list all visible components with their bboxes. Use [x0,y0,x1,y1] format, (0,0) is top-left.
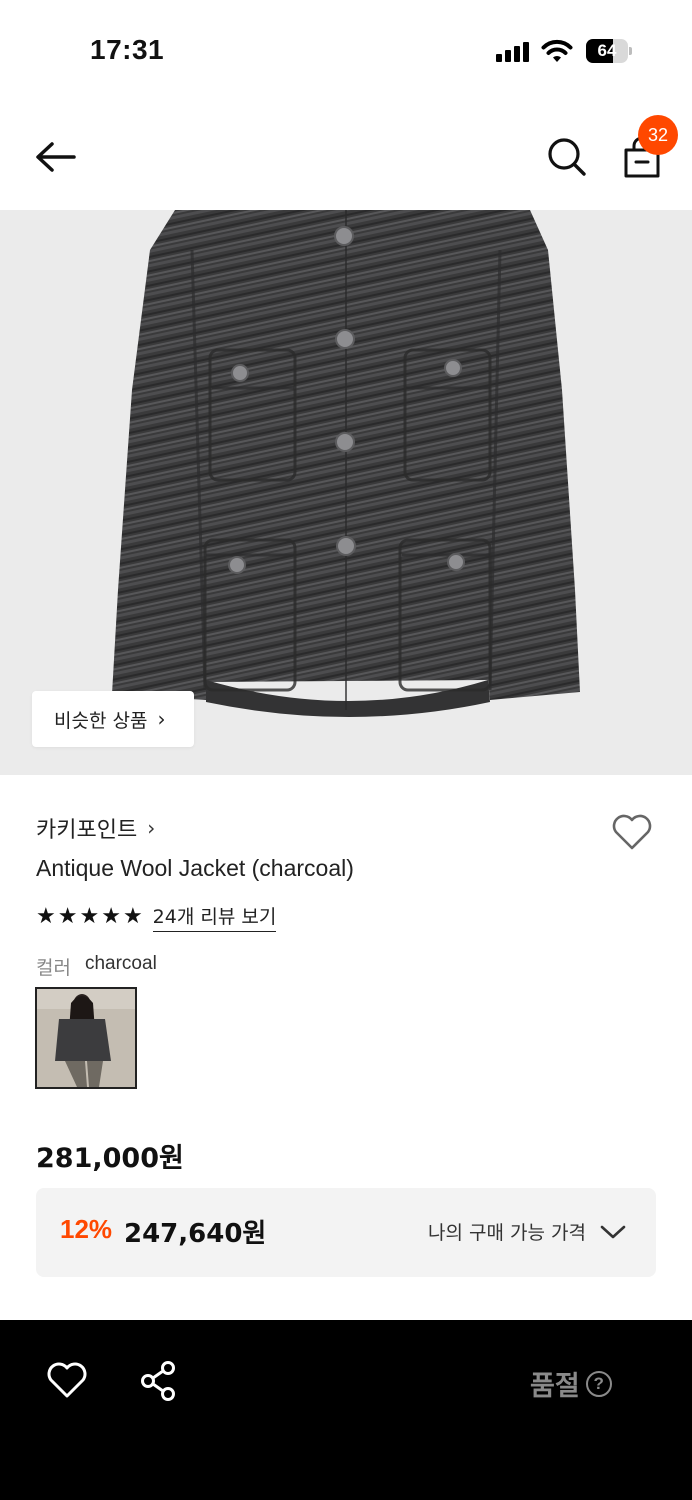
rating-stars: ★ ★ ★ ★ ★ [36,906,143,928]
wishlist-heart-icon[interactable] [610,812,654,852]
review-link[interactable]: 24개 리뷰 보기 [152,902,277,932]
status-bar: 17:31 64 [0,0,692,100]
cart-count-badge: 32 [638,115,678,155]
wifi-icon [541,39,573,62]
cellular-signal-icon [496,42,532,62]
chevron-right-icon: › [147,816,156,840]
top-navigation [0,100,692,210]
search-icon[interactable] [544,134,590,180]
battery-indicator: 64 [586,39,632,63]
battery-level: 64 [597,41,617,60]
chevron-down-icon [600,1225,626,1238]
chevron-right-icon: › [157,707,166,731]
back-arrow-icon[interactable] [30,136,82,178]
discount-rate: 12% [60,1214,113,1244]
product-name: Antique Wool Jacket (charcoal) [36,855,354,881]
soldout-status: 품절 ? [530,1364,612,1403]
product-image[interactable]: 비슷한 상품 › [0,210,692,775]
rating-row: ★ ★ ★ ★ ★ 24개 리뷰 보기 [36,902,277,932]
discount-price: 247,640원 [124,1219,267,1249]
star-icon: ★ [57,904,78,929]
star-icon: ★ [79,904,100,929]
color-value: charcoal [84,953,157,974]
soldout-label: 품절 [530,1371,580,1402]
model-thumbnail-image [37,989,135,1087]
share-icon[interactable] [138,1360,178,1402]
help-icon[interactable]: ? [585,1370,612,1397]
star-icon: ★ [101,904,121,929]
star-icon: ★ [36,904,56,929]
bottom-action-bar: 품절 ? [0,1320,692,1500]
brand-name: 카키포인트 [36,818,138,843]
my-price-label: 나의 구매 가능 가격 [428,1222,586,1244]
color-label: 컬러 [36,957,71,979]
my-price-toggle[interactable]: 나의 구매 가능 가격 [428,1218,626,1245]
heart-icon[interactable] [46,1360,88,1400]
status-time: 17:31 [90,34,165,65]
original-price: 281,000원 [36,1143,184,1174]
color-row: 컬러 charcoal [36,953,157,980]
brand-link[interactable]: 카키포인트 › [36,812,155,844]
star-icon: ★ [122,904,143,929]
similar-products-label: 비슷한 상품 [54,709,148,732]
discount-price-box[interactable]: 12% 247,640원 나의 구매 가능 가격 [36,1188,656,1277]
color-swatch-thumbnail[interactable] [35,987,137,1089]
similar-products-button[interactable]: 비슷한 상품 › [32,691,194,747]
